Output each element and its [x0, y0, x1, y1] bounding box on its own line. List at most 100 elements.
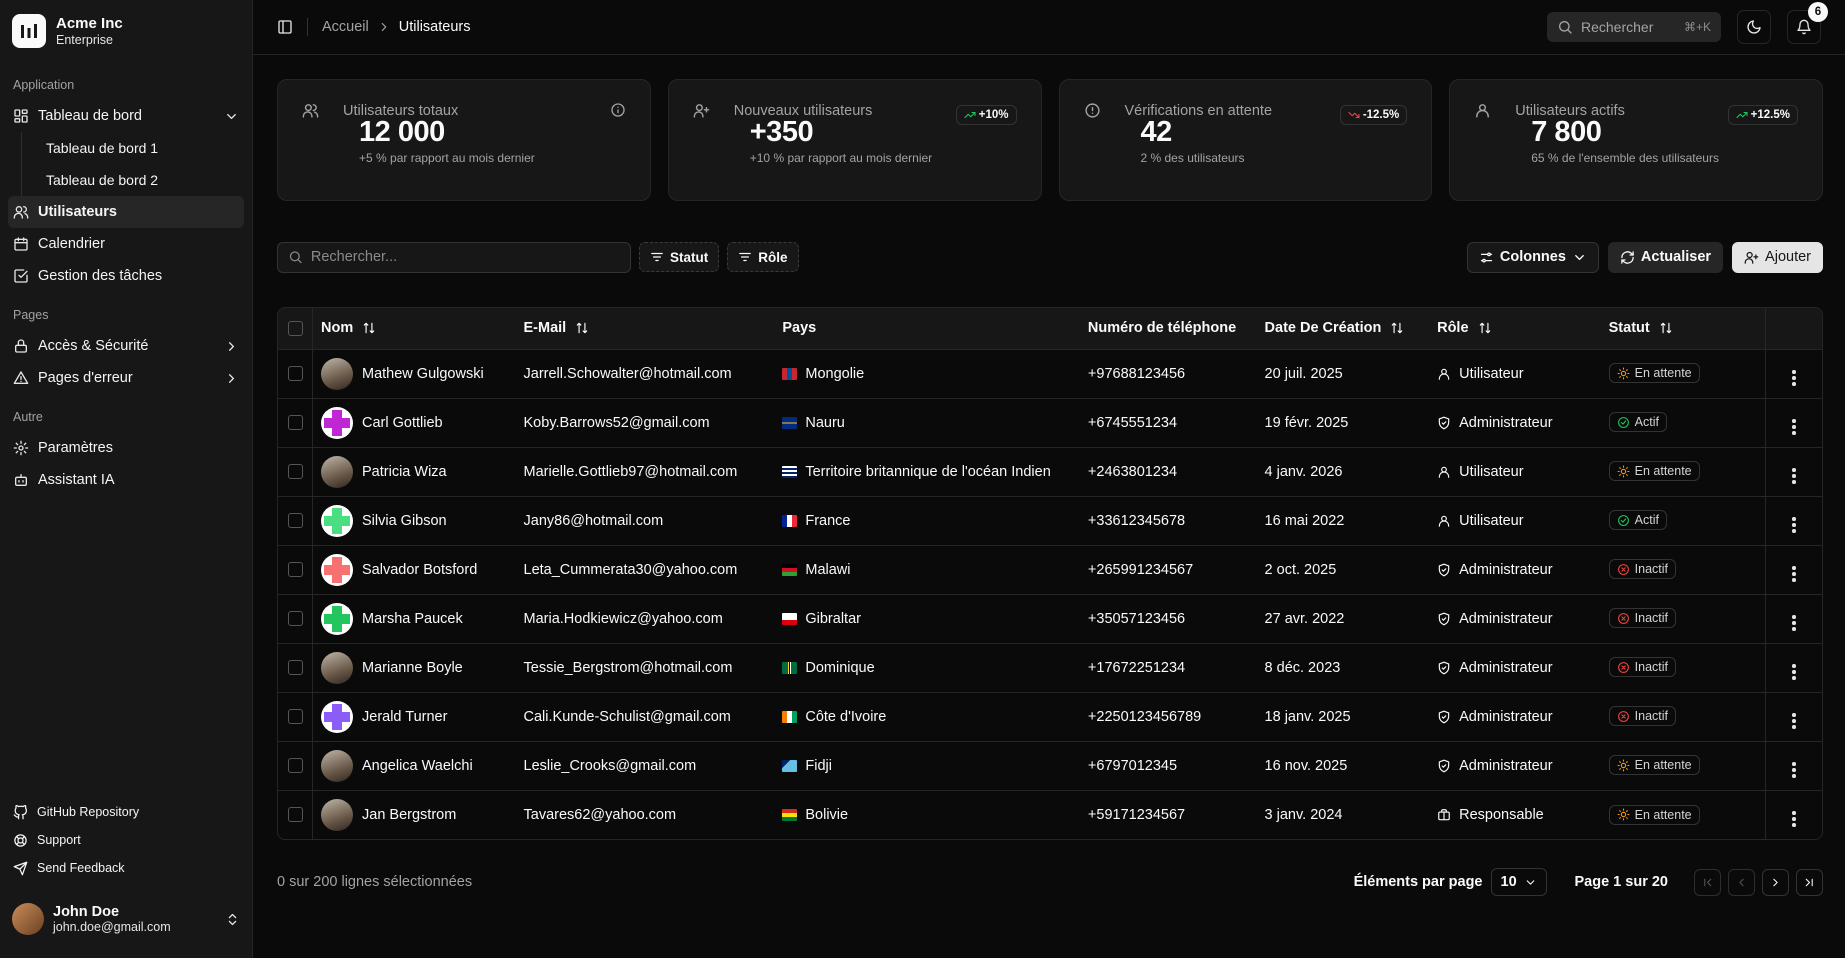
user-menu[interactable]: John Doe john.doe@gmail.com	[8, 888, 244, 950]
filter-status-button[interactable]: Statut	[639, 242, 720, 272]
notifications-button[interactable]: 6	[1787, 2, 1828, 44]
breadcrumb-home[interactable]: Accueil	[322, 19, 369, 35]
user-name: Angelica Waelchi	[362, 757, 473, 774]
row-checkbox[interactable]	[287, 758, 303, 774]
table-row[interactable]: Silvia Gibson Jany86@hotmail.com France +33…	[278, 496, 1822, 546]
avatar	[321, 553, 353, 586]
table-row[interactable]: Marsha Paucek Maria.Hodkiewicz@yahoo.com G…	[278, 594, 1822, 644]
sidebar-item-dashboard[interactable]: Tableau de bord	[8, 100, 244, 132]
footer-link-feedback[interactable]: Send Feedback	[8, 854, 244, 882]
row-checkbox[interactable]	[287, 611, 303, 627]
breadcrumb: Accueil Utilisateurs	[322, 19, 470, 35]
row-checkbox[interactable]	[287, 366, 303, 382]
row-checkbox[interactable]	[287, 415, 303, 431]
row-checkbox[interactable]	[287, 709, 303, 725]
cell-actions	[1764, 594, 1822, 644]
sidebar-item-settings[interactable]: Paramètres	[8, 432, 244, 464]
footer-link-support[interactable]: Support	[8, 826, 244, 854]
refresh-button[interactable]: Actualiser	[1607, 241, 1724, 273]
sidebar-item-users[interactable]: Utilisateurs	[8, 196, 244, 228]
sidebar-item-ai-assistant[interactable]: Assistant IA	[8, 464, 244, 496]
add-user-button[interactable]: Ajouter	[1732, 241, 1823, 273]
column-header-name[interactable]: Nom	[312, 308, 516, 350]
cell-role: Administrateur	[1429, 643, 1601, 693]
column-header-created[interactable]: Date De Création	[1256, 308, 1430, 350]
trend-badge: +12.5%	[1727, 105, 1798, 125]
table-search-input[interactable]	[310, 249, 620, 265]
column-header-email[interactable]: E-Mail	[515, 308, 775, 350]
sidebar-subitem-dashboard-1[interactable]: Tableau de bord 1	[32, 132, 244, 164]
chevrons-right-icon	[1805, 878, 1813, 886]
sidebar-subitem-dashboard-2[interactable]: Tableau de bord 2	[32, 164, 244, 196]
more-vertical-icon[interactable]	[1792, 713, 1796, 729]
flag-icon	[782, 367, 798, 380]
prev-page-button[interactable]	[1728, 868, 1755, 896]
sidebar-item-tasks[interactable]: Gestion des tâches	[8, 260, 244, 292]
table-row[interactable]: Mathew Gulgowski Jarrell.Schowalter@hotma…	[278, 349, 1822, 399]
avatar	[321, 700, 353, 733]
cell-email: Cali.Kunde-Schulist@gmail.com	[515, 692, 775, 742]
role-label: Responsable	[1459, 806, 1544, 823]
table-row[interactable]: Patricia Wiza Marielle.Gottlieb97@hotmail…	[278, 447, 1822, 497]
more-vertical-icon[interactable]	[1792, 664, 1796, 680]
more-vertical-icon[interactable]	[1792, 468, 1796, 484]
cell-created: 18 janv. 2025	[1256, 692, 1430, 742]
shield-check-icon	[1438, 612, 1450, 625]
table-row[interactable]: Salvador Botsford Leta_Cummerata30@yahoo.…	[278, 545, 1822, 595]
table-row[interactable]: Jerald Turner Cali.Kunde-Schulist@gmail.c…	[278, 692, 1822, 742]
more-vertical-icon[interactable]	[1792, 811, 1796, 827]
cell-name: Silvia Gibson	[312, 496, 516, 546]
user-name: Silvia Gibson	[362, 512, 447, 529]
cell-status: En attente	[1601, 790, 1765, 839]
check-circle-icon	[1617, 514, 1629, 526]
more-vertical-icon[interactable]	[1792, 615, 1796, 631]
table-row[interactable]: Angelica Waelchi Leslie_Crooks@gmail.com F…	[278, 741, 1822, 791]
row-checkbox[interactable]	[287, 513, 303, 529]
sort-arrows-icon	[1392, 323, 1403, 334]
square-check-icon	[14, 269, 28, 283]
rows-per-page-select[interactable]: 10	[1490, 868, 1547, 896]
footer-link-github[interactable]: GitHub Repository	[8, 798, 244, 826]
sidebar-item-security[interactable]: Accès & Sécurité	[8, 330, 244, 362]
row-checkbox[interactable]	[287, 464, 303, 480]
info-icon[interactable]	[610, 102, 626, 118]
row-checkbox[interactable]	[287, 660, 303, 676]
more-vertical-icon[interactable]	[1792, 517, 1796, 533]
team-switcher[interactable]: Acme Inc Enterprise	[8, 0, 244, 62]
columns-button[interactable]: Colonnes	[1466, 241, 1599, 273]
column-header-status[interactable]: Statut	[1600, 308, 1766, 350]
filter-icon	[739, 252, 752, 262]
cell-phone: +265991234567	[1079, 545, 1257, 595]
global-search-button[interactable]: Rechercher ⌘+K	[1547, 12, 1721, 42]
more-vertical-icon[interactable]	[1792, 419, 1796, 435]
next-page-button[interactable]	[1762, 868, 1789, 896]
select-all-checkbox[interactable]	[287, 320, 303, 336]
first-page-button[interactable]	[1694, 868, 1721, 896]
table-row[interactable]: Carl Gottlieb Koby.Barrows52@gmail.com Nau…	[278, 398, 1822, 448]
table-body: Mathew Gulgowski Jarrell.Schowalter@hotma…	[278, 349, 1822, 839]
topbar: Accueil Utilisateurs Rechercher ⌘+K 6	[253, 0, 1845, 55]
sidebar-toggle-button[interactable]	[277, 19, 293, 35]
avatar	[12, 903, 44, 935]
sidebar-item-label: Gestion des tâches	[38, 268, 163, 284]
cell-name: Marianne Boyle	[312, 643, 516, 693]
theme-toggle-button[interactable]	[1737, 10, 1771, 44]
table-row[interactable]: Marianne Boyle Tessie_Bergstrom@hotmail.c…	[278, 643, 1822, 693]
more-vertical-icon[interactable]	[1792, 370, 1796, 386]
column-header-role[interactable]: Rôle	[1429, 308, 1601, 350]
sidebar-item-calendar[interactable]: Calendrier	[8, 228, 244, 260]
cell-name: Patricia Wiza	[312, 447, 516, 497]
last-page-button[interactable]	[1796, 868, 1823, 896]
row-checkbox[interactable]	[287, 562, 303, 578]
table-row[interactable]: Jan Bergstrom Tavares62@yahoo.com Bolivie +…	[278, 790, 1822, 839]
search-shortcut: ⌘+K	[1683, 20, 1711, 34]
chevrons-left-icon	[1704, 878, 1712, 886]
briefcase-icon	[1438, 808, 1450, 820]
trend-badge: +10%	[955, 105, 1017, 125]
filter-role-button[interactable]: Rôle	[727, 242, 799, 272]
more-vertical-icon[interactable]	[1792, 762, 1796, 778]
cell-country: Dominique	[774, 643, 1080, 693]
more-vertical-icon[interactable]	[1792, 566, 1796, 582]
row-checkbox[interactable]	[287, 807, 303, 823]
sidebar-item-error-pages[interactable]: Pages d'erreur	[8, 362, 244, 394]
